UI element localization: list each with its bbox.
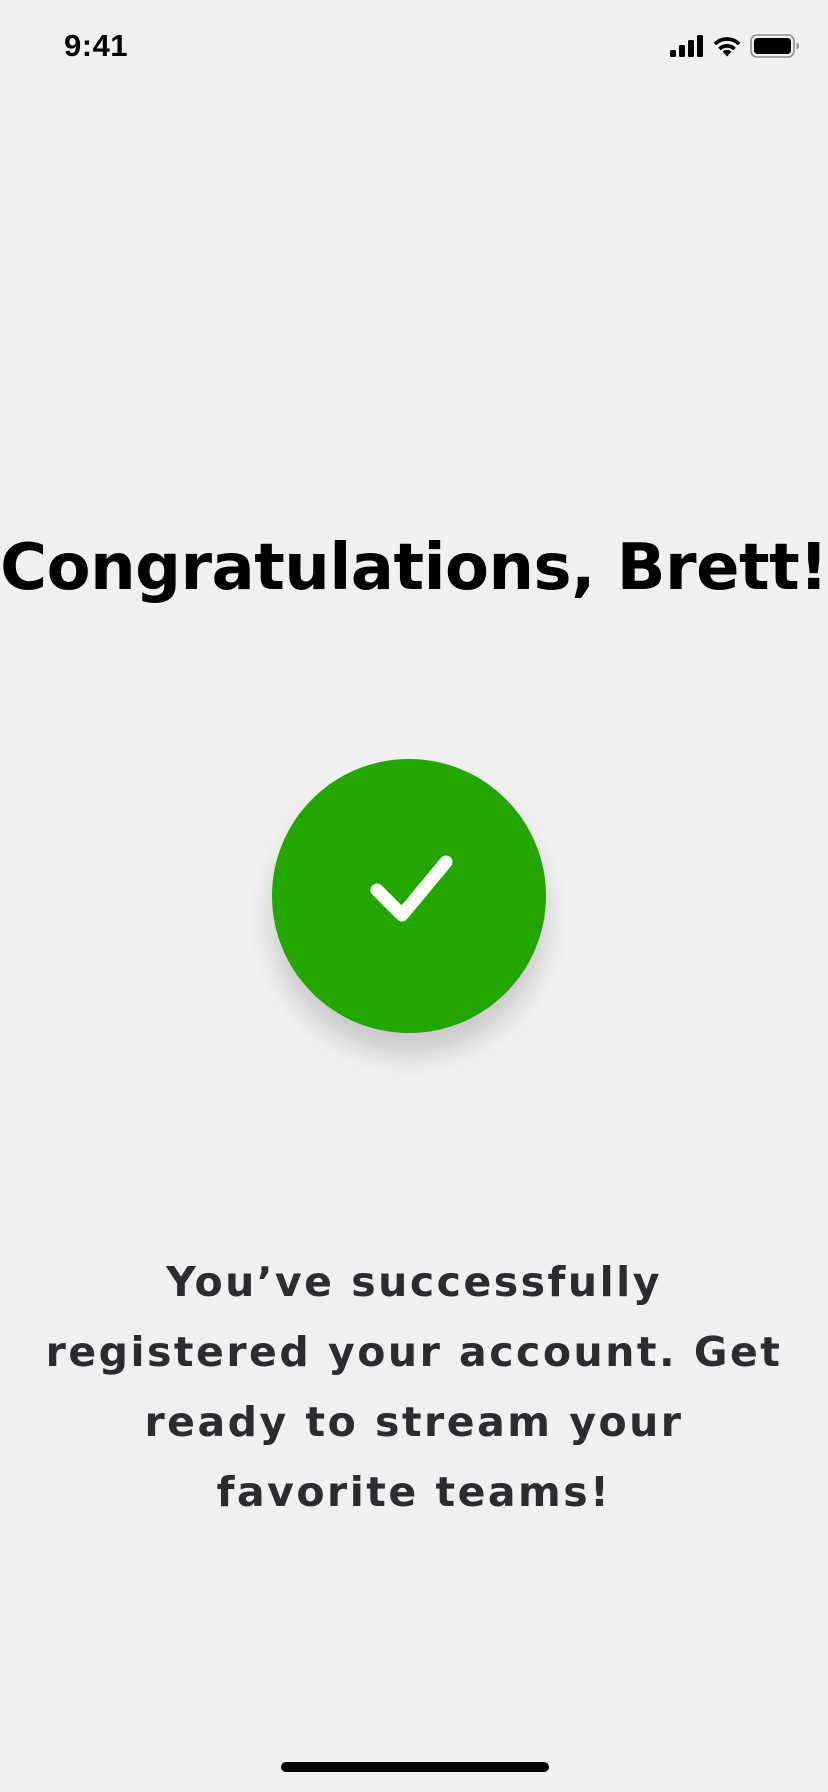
battery-icon	[750, 34, 800, 58]
checkmark-icon	[354, 851, 464, 941]
home-indicator[interactable]	[281, 1762, 549, 1772]
status-bar: 9:41	[0, 0, 828, 96]
success-message: You’ve successfully registered your acco…	[45, 1258, 783, 1516]
wifi-icon	[712, 35, 742, 57]
registration-success-screen: 9:41 Congratulations, Brett! You’ve succ…	[0, 0, 828, 1792]
congratulations-title: Congratulations, Brett!	[0, 530, 828, 605]
status-time: 9:41	[64, 28, 129, 63]
cellular-signal-icon	[670, 35, 704, 57]
success-badge	[272, 759, 546, 1033]
status-icons	[670, 34, 800, 58]
